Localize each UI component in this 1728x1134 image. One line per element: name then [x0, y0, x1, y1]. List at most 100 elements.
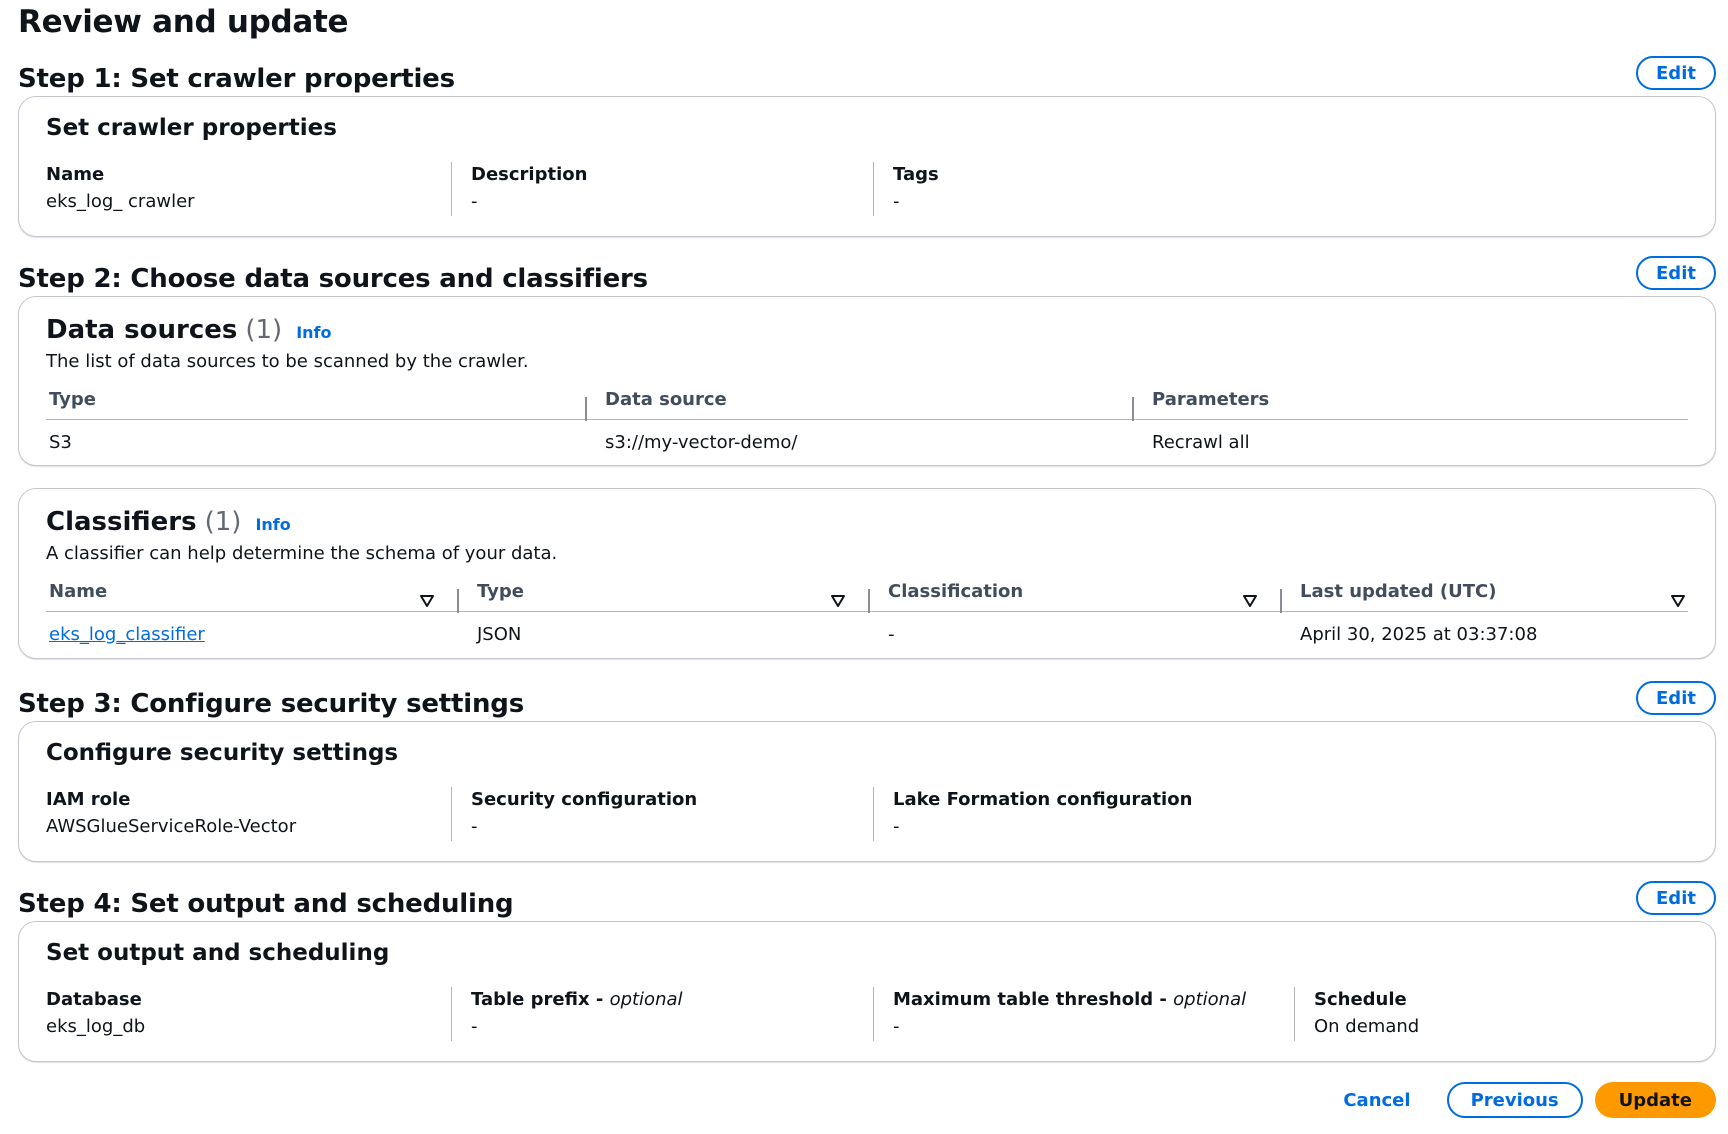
step-3-edit-button[interactable]: Edit [1636, 681, 1716, 715]
column-header-type[interactable]: Type [457, 580, 868, 613]
table-prefix-field: Table prefix - optional - [451, 987, 873, 1041]
label-text: Maximum table threshold - [893, 989, 1174, 1010]
column-header-last-updated[interactable]: Last updated (UTC) [1280, 580, 1688, 613]
field-value: eks_log_ crawler [46, 191, 195, 212]
classifiers-table: Name Type Classification Last updated (U… [46, 571, 1688, 656]
sort-caret-icon[interactable] [1242, 593, 1258, 609]
field-label: Database [46, 987, 451, 1013]
field-label: Name [46, 164, 105, 185]
label-text: Schedule [1314, 989, 1407, 1010]
cell-classification: - [888, 623, 895, 645]
sort-caret-icon[interactable] [1670, 593, 1686, 609]
field-value: On demand [1314, 1016, 1420, 1037]
classifiers-card: Classifiers (1) Info A classifier can he… [18, 488, 1716, 659]
column-label: Name [49, 580, 108, 602]
step-4-title: Step 4: Set output and scheduling [18, 889, 514, 919]
security-settings-card: Configure security settings IAM role AWS… [18, 721, 1716, 862]
cell-parameters: Recrawl all [1152, 431, 1250, 453]
data-sources-title: Data sources [46, 315, 238, 345]
step-1-section: Step 1: Set crawler properties Edit Set … [18, 52, 1716, 237]
update-button[interactable]: Update [1594, 1082, 1716, 1118]
optional-text: optional [1173, 989, 1247, 1010]
classifiers-count: (1) [204, 507, 242, 537]
field-label: IAM role [46, 789, 131, 810]
card-title: Configure security settings [46, 740, 399, 766]
data-sources-count: (1) [245, 315, 283, 345]
security-configuration-field: Security configuration - [451, 787, 873, 841]
field-value: - [893, 816, 900, 837]
form-actions: Cancel Previous Update [1331, 1082, 1716, 1118]
data-sources-heading: Data sources (1) Info [46, 315, 331, 345]
field-label: Maximum table threshold - optional [893, 987, 1294, 1013]
table-header: Name Type Classification Last updated (U… [46, 571, 1688, 613]
label-text: Database [46, 989, 142, 1010]
cancel-button[interactable]: Cancel [1331, 1090, 1422, 1111]
previous-button[interactable]: Previous [1446, 1082, 1583, 1118]
classifiers-description: A classifier can help determine the sche… [46, 543, 558, 564]
step-2-header: Step 2: Choose data sources and classifi… [18, 252, 1716, 296]
key-value-row: Name eks_log_ crawler Description - Tags… [46, 162, 1688, 216]
field-value: - [471, 816, 478, 837]
column-label: Last updated (UTC) [1300, 580, 1497, 602]
step-2-edit-button[interactable]: Edit [1636, 256, 1716, 290]
page-title: Review and update [18, 4, 349, 40]
iam-role-field: IAM role AWSGlueServiceRole-Vector [46, 787, 451, 841]
step-2-title: Step 2: Choose data sources and classifi… [18, 264, 648, 294]
sort-caret-icon[interactable] [419, 593, 435, 609]
field-label: Tags [893, 164, 939, 185]
data-sources-description: The list of data sources to be scanned b… [46, 351, 529, 372]
classifiers-info-link[interactable]: Info [255, 515, 290, 534]
optional-text: optional [609, 989, 683, 1010]
cell-last-updated: April 30, 2025 at 03:37:08 [1300, 623, 1538, 645]
step-3-header: Step 3: Configure security settings Edit [18, 677, 1716, 721]
card-title: Set crawler properties [46, 115, 337, 141]
max-table-threshold-field: Maximum table threshold - optional - [873, 987, 1294, 1041]
step-3-section: Step 3: Configure security settings Edit… [18, 677, 1716, 862]
table-row: S3 s3://my-vector-demo/ Recrawl all [46, 420, 1688, 464]
step-3-title: Step 3: Configure security settings [18, 689, 524, 719]
column-label: Type [477, 580, 524, 602]
step-4-header: Step 4: Set output and scheduling Edit [18, 877, 1716, 921]
sort-caret-icon[interactable] [830, 593, 846, 609]
output-scheduling-card: Set output and scheduling Database eks_l… [18, 921, 1716, 1062]
field-label: Schedule [1314, 987, 1688, 1013]
data-sources-card: Data sources (1) Info The list of data s… [18, 296, 1716, 466]
field-label: Security configuration [471, 789, 698, 810]
crawler-properties-card: Set crawler properties Name eks_log_ cra… [18, 96, 1716, 237]
key-value-row: Database eks_log_db Table prefix - optio… [46, 987, 1688, 1041]
step-2-section: Step 2: Choose data sources and classifi… [18, 252, 1716, 659]
name-field: Name eks_log_ crawler [46, 162, 451, 216]
field-label: Description [471, 164, 588, 185]
description-field: Description - [451, 162, 873, 216]
step-1-title: Step 1: Set crawler properties [18, 64, 455, 94]
step-1-edit-button[interactable]: Edit [1636, 56, 1716, 90]
cell-type: S3 [49, 431, 72, 453]
column-header-name[interactable]: Name [46, 580, 457, 607]
step-4-section: Step 4: Set output and scheduling Edit S… [18, 877, 1716, 1062]
field-value: - [893, 1016, 900, 1037]
label-text: Table prefix - [471, 989, 610, 1010]
data-sources-table: Type Data source Parameters S3 s3://my-v… [46, 379, 1688, 464]
table-row: eks_log_classifier JSON - April 30, 2025… [46, 612, 1688, 656]
column-label: Classification [888, 580, 1024, 602]
cell-data-source: s3://my-vector-demo/ [605, 431, 798, 453]
field-value: eks_log_db [46, 1016, 146, 1037]
field-value: - [471, 1016, 478, 1037]
schedule-field: Schedule On demand [1294, 987, 1688, 1041]
field-value: AWSGlueServiceRole-Vector [46, 816, 297, 837]
column-header-parameters: Parameters [1132, 389, 1688, 421]
column-header-classification[interactable]: Classification [868, 580, 1280, 613]
classifier-link[interactable]: eks_log_classifier [49, 624, 205, 645]
data-sources-info-link[interactable]: Info [296, 323, 331, 342]
card-title: Set output and scheduling [46, 940, 390, 966]
column-header-type: Type [49, 388, 96, 410]
classifiers-title: Classifiers [46, 507, 197, 537]
table-header: Type Data source Parameters [46, 379, 1688, 421]
step-4-edit-button[interactable]: Edit [1636, 881, 1716, 915]
database-field: Database eks_log_db [46, 987, 451, 1041]
lake-formation-field: Lake Formation configuration - [873, 787, 1278, 841]
field-label: Lake Formation configuration [893, 789, 1193, 810]
classifiers-heading: Classifiers (1) Info [46, 507, 291, 537]
cell-name: eks_log_classifier [46, 624, 457, 645]
tags-field: Tags - [873, 162, 1278, 216]
